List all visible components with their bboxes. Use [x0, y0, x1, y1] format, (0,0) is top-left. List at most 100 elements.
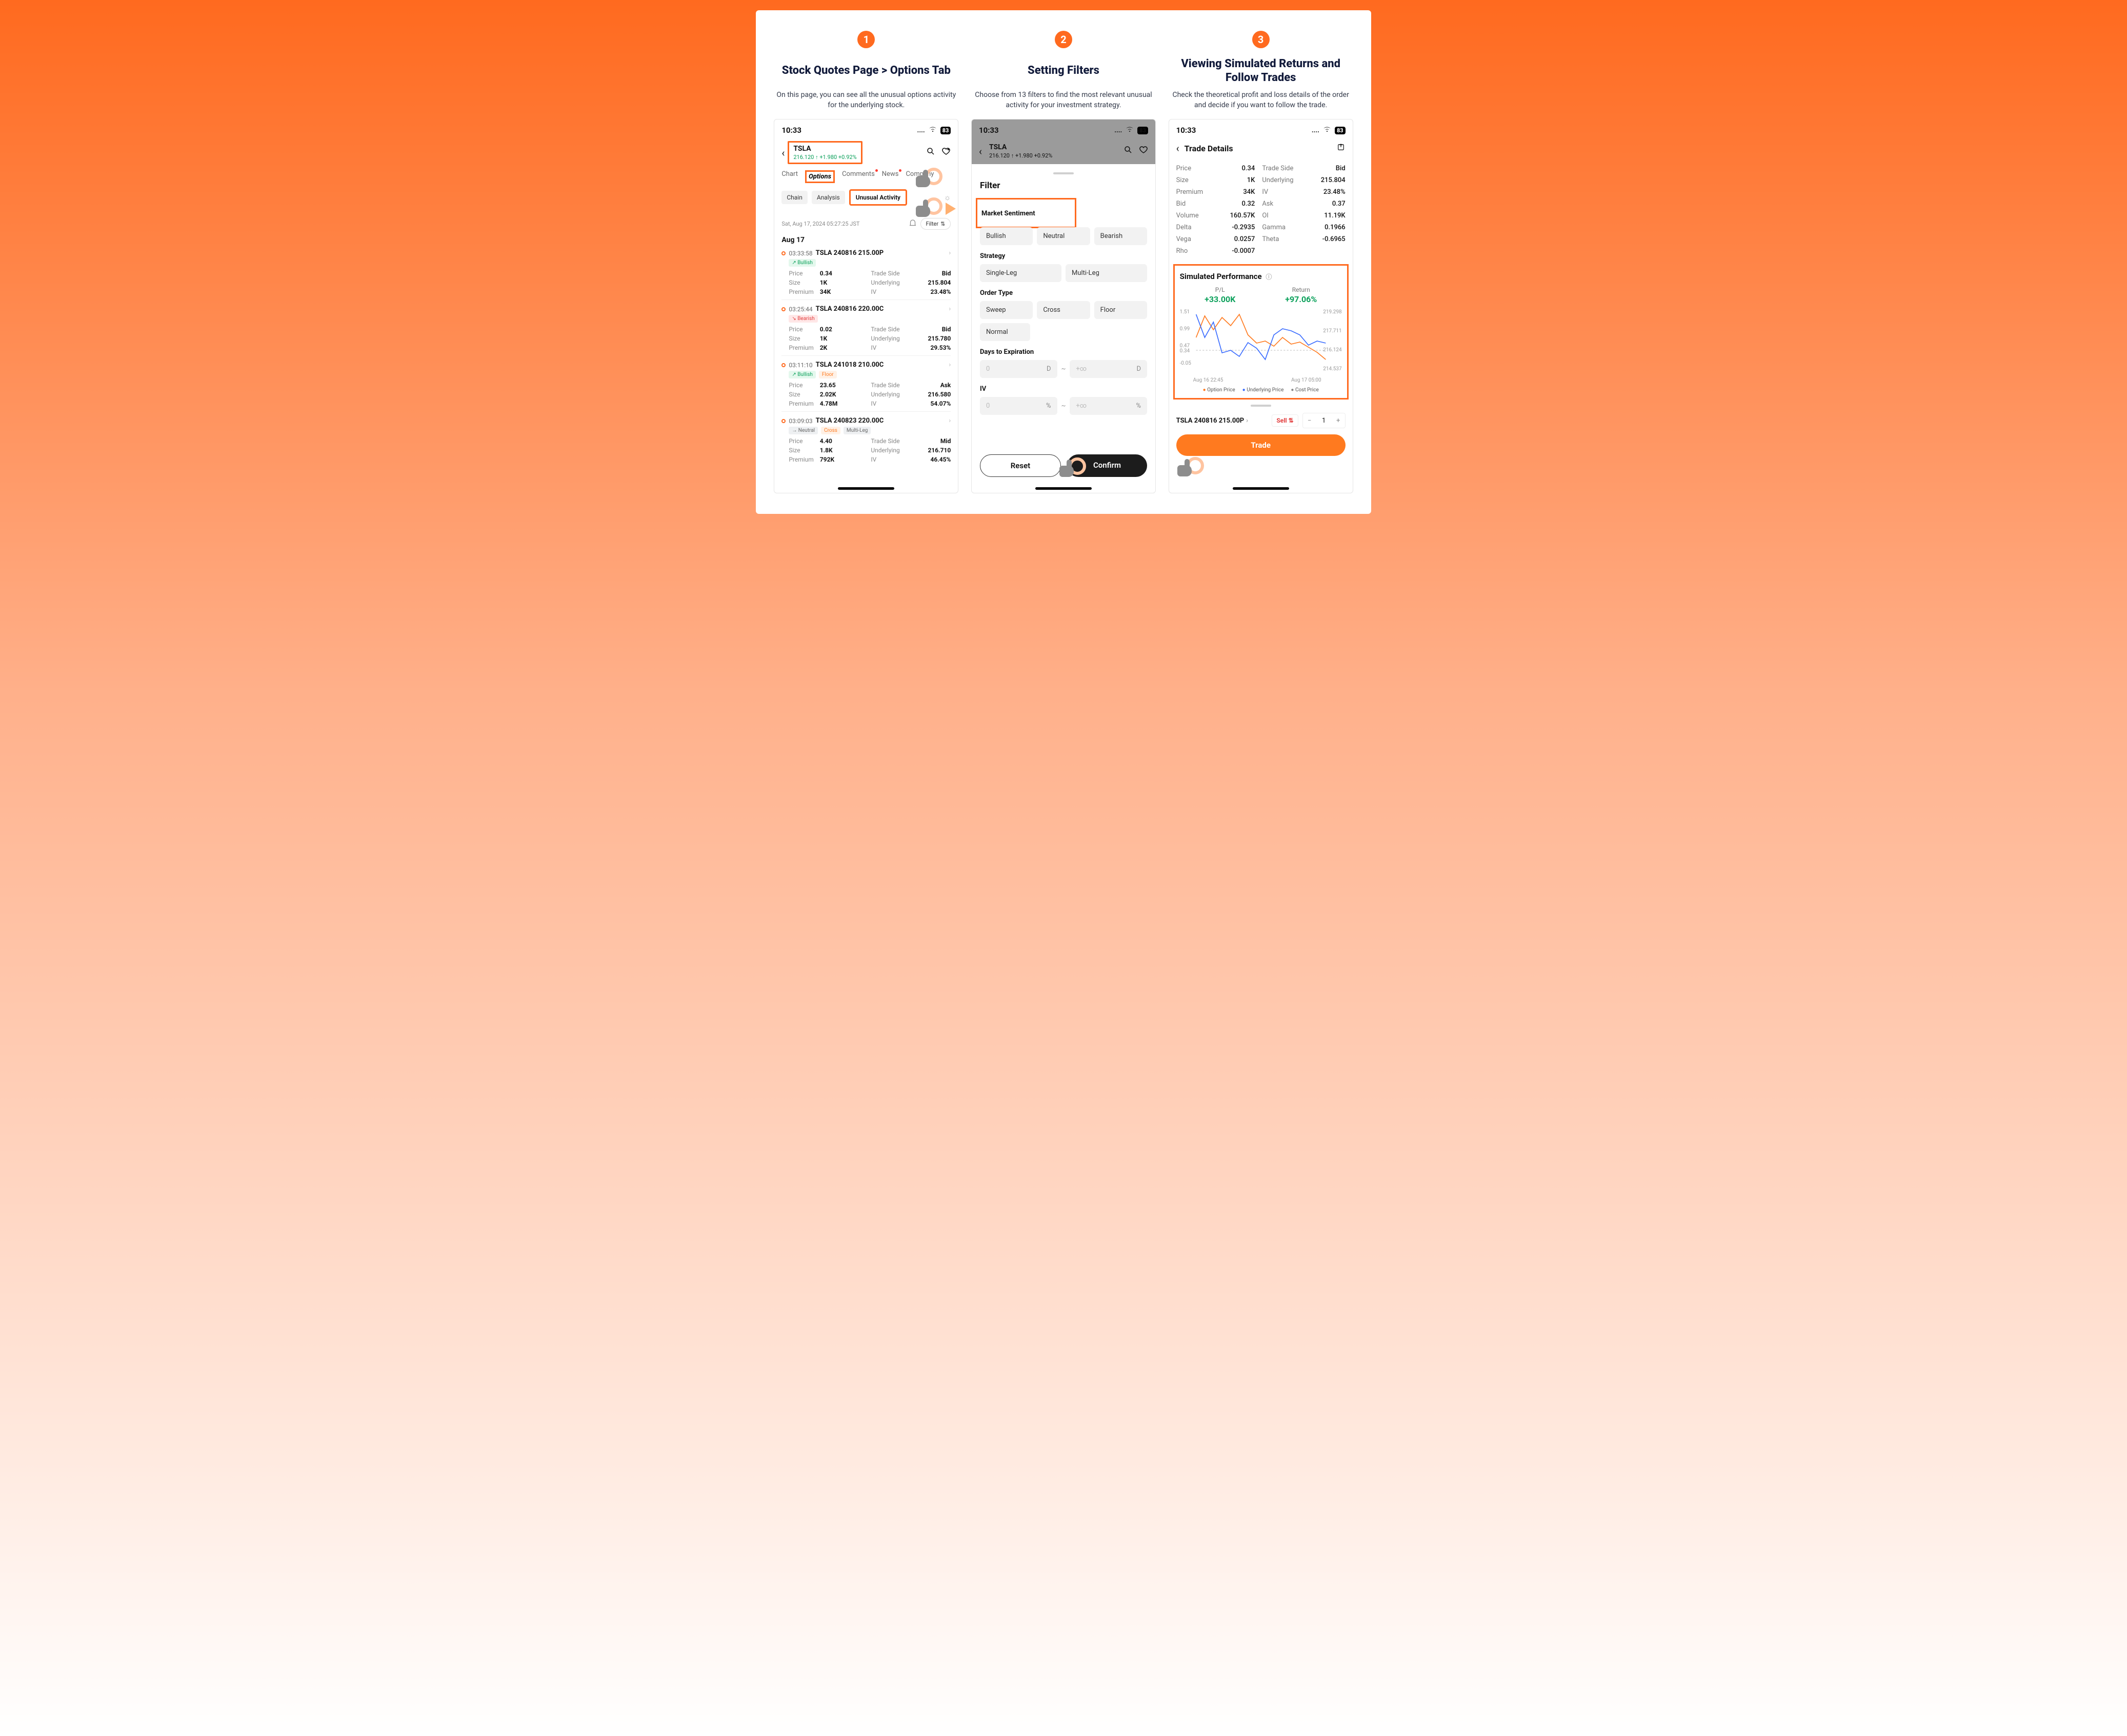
tab-options[interactable]: Options: [805, 170, 835, 183]
back-button[interactable]: ‹: [1176, 142, 1179, 154]
detail-key: Volume: [1176, 212, 1203, 220]
entry-contract: TSLA 241018 210.00C: [816, 361, 884, 369]
activity-entry[interactable]: 03:25:44 TSLA 240816 220.00C › ↘ Bearish…: [781, 300, 951, 355]
detail-value: 0.1966: [1301, 224, 1346, 231]
detail-key: Underlying: [1262, 176, 1293, 184]
filter-opt-bullish[interactable]: Bullish: [980, 227, 1033, 245]
home-indicator: [838, 487, 894, 490]
ticker-price: 216.120: [793, 154, 814, 161]
order-contract[interactable]: TSLA 240816 215.00P ›: [1176, 417, 1248, 425]
sheet-drag-handle[interactable]: [1053, 172, 1074, 174]
phone-screenshot-1: 10:33 .... 83 ‹ TSL: [774, 119, 958, 493]
trade-button[interactable]: Trade: [1176, 434, 1346, 456]
sim-title: Simulated Performance: [1180, 272, 1262, 281]
subtab-chain[interactable]: Chain: [781, 191, 808, 204]
detail-key: [1262, 247, 1293, 255]
chevron-right-icon[interactable]: ›: [949, 417, 951, 425]
tab-comments[interactable]: Comments: [842, 170, 875, 183]
subtab-unusual-activity[interactable]: Unusual Activity: [849, 189, 907, 206]
activity-entry[interactable]: 03:11:10 TSLA 241018 210.00C › ↗ Bullish…: [781, 355, 951, 411]
favorite-icon[interactable]: [941, 147, 951, 158]
filter-opt-cross[interactable]: Cross: [1037, 301, 1090, 319]
back-button[interactable]: ‹: [781, 147, 785, 159]
filter-opt-floor[interactable]: Floor: [1094, 301, 1147, 319]
filter-opt-single-leg[interactable]: Single-Leg: [980, 264, 1061, 282]
filter-opt-neutral[interactable]: Neutral: [1037, 227, 1090, 245]
favorite-icon[interactable]: [1139, 145, 1148, 157]
entry-contract: TSLA 240823 220.00C: [816, 417, 884, 425]
iv-to-input[interactable]: +∞%: [1070, 397, 1147, 415]
entry-tag: → Neutral: [789, 427, 818, 434]
date-heading: Aug 17: [781, 236, 951, 244]
back-button[interactable]: ‹: [979, 145, 982, 157]
col-3-title: Viewing Simulated Returns and Follow Tra…: [1166, 56, 1356, 85]
quantity-stepper[interactable]: − 1 +: [1302, 413, 1346, 428]
chevron-right-icon[interactable]: ›: [949, 249, 951, 257]
confirm-button[interactable]: Confirm: [1067, 454, 1147, 477]
alert-icon[interactable]: [908, 218, 917, 229]
col-2-title: Setting Filters: [1028, 56, 1099, 85]
detail-value: -0.2935: [1210, 224, 1255, 231]
tab-news[interactable]: News: [882, 170, 899, 183]
entry-time: 03:33:58: [789, 250, 812, 257]
entry-tag: ↗ Bullish: [789, 371, 816, 378]
entry-time: 03:25:44: [789, 306, 812, 313]
detail-value: 1K: [1210, 176, 1255, 184]
filter-sheet: Filter Market Sentiment Bullish Neutral …: [972, 166, 1155, 484]
detail-key: Size: [1176, 176, 1203, 184]
detail-key: Bid: [1176, 200, 1203, 208]
legend-cost-price: Cost Price: [1291, 387, 1318, 393]
dte-to-input[interactable]: +∞D: [1070, 360, 1147, 378]
theme-toggle-icon[interactable]: ☼: [944, 193, 951, 202]
chevron-right-icon[interactable]: ›: [949, 361, 951, 369]
filter-section-order-type: Order Type: [980, 289, 1147, 297]
search-icon[interactable]: [1123, 145, 1133, 157]
detail-value: -0.6965: [1301, 235, 1346, 243]
col-3-desc: Check the theoretical profit and loss de…: [1166, 90, 1356, 111]
detail-value: 215.804: [1301, 176, 1346, 184]
legend-option-price: Option Price: [1203, 387, 1235, 393]
battery-icon: 83: [1335, 127, 1346, 134]
filter-sheet-title: Filter: [980, 181, 1147, 191]
reset-button[interactable]: Reset: [980, 454, 1061, 477]
wifi-icon: [928, 125, 937, 136]
activity-entry[interactable]: 03:09:03 TSLA 240823 220.00C › → Neutral…: [781, 411, 951, 467]
signal-icon: ....: [1114, 127, 1122, 134]
wifi-icon: [1125, 125, 1134, 136]
return-value: +97.06%: [1285, 294, 1317, 304]
status-time: 10:33: [979, 126, 999, 135]
entry-time: 03:09:03: [789, 417, 812, 425]
detail-key: IV: [1262, 188, 1293, 196]
qty-increment[interactable]: +: [1332, 413, 1345, 428]
side-toggle[interactable]: Sell ⇅: [1272, 414, 1298, 427]
share-icon[interactable]: [1336, 143, 1346, 154]
tab-company[interactable]: Company: [906, 170, 934, 183]
filter-opt-normal[interactable]: Normal: [980, 323, 1030, 341]
home-indicator: [1233, 487, 1289, 490]
detail-key: Vega: [1176, 235, 1203, 243]
filter-opt-bearish[interactable]: Bearish: [1094, 227, 1147, 245]
entry-tag: Cross: [821, 427, 840, 434]
tab-chart[interactable]: Chart: [781, 170, 798, 183]
dte-from-input[interactable]: 0D: [980, 360, 1057, 378]
status-time: 10:33: [781, 126, 801, 135]
qty-decrement[interactable]: −: [1303, 413, 1316, 428]
subtab-analysis[interactable]: Analysis: [812, 191, 845, 204]
detail-value: 160.57K: [1210, 212, 1255, 220]
ticker-header[interactable]: TSLA 216.120 ↑ +1.980 +0.92%: [788, 141, 862, 164]
filter-opt-multi-leg[interactable]: Multi-Leg: [1066, 264, 1147, 282]
filter-opt-sweep[interactable]: Sweep: [980, 301, 1033, 319]
detail-key: Rho: [1176, 247, 1203, 255]
search-icon[interactable]: [926, 147, 935, 158]
bullet-icon: [781, 251, 786, 255]
ticker-header[interactable]: TSLA 216.120 ↑ +1.980 +0.92%: [985, 141, 1056, 161]
activity-entry[interactable]: 03:33:58 TSLA 240816 215.00P › ↗ Bullish…: [781, 244, 951, 300]
chevron-right-icon[interactable]: ›: [949, 305, 951, 313]
detail-value: 0.37: [1301, 200, 1346, 208]
status-time: 10:33: [1176, 126, 1196, 135]
col-1-title: Stock Quotes Page > Options Tab: [782, 56, 951, 85]
filter-button[interactable]: Filter ⇅: [920, 218, 951, 230]
iv-from-input[interactable]: 0%: [980, 397, 1057, 415]
info-icon[interactable]: ⓘ: [1266, 273, 1272, 281]
detail-key: Price: [1176, 165, 1203, 172]
